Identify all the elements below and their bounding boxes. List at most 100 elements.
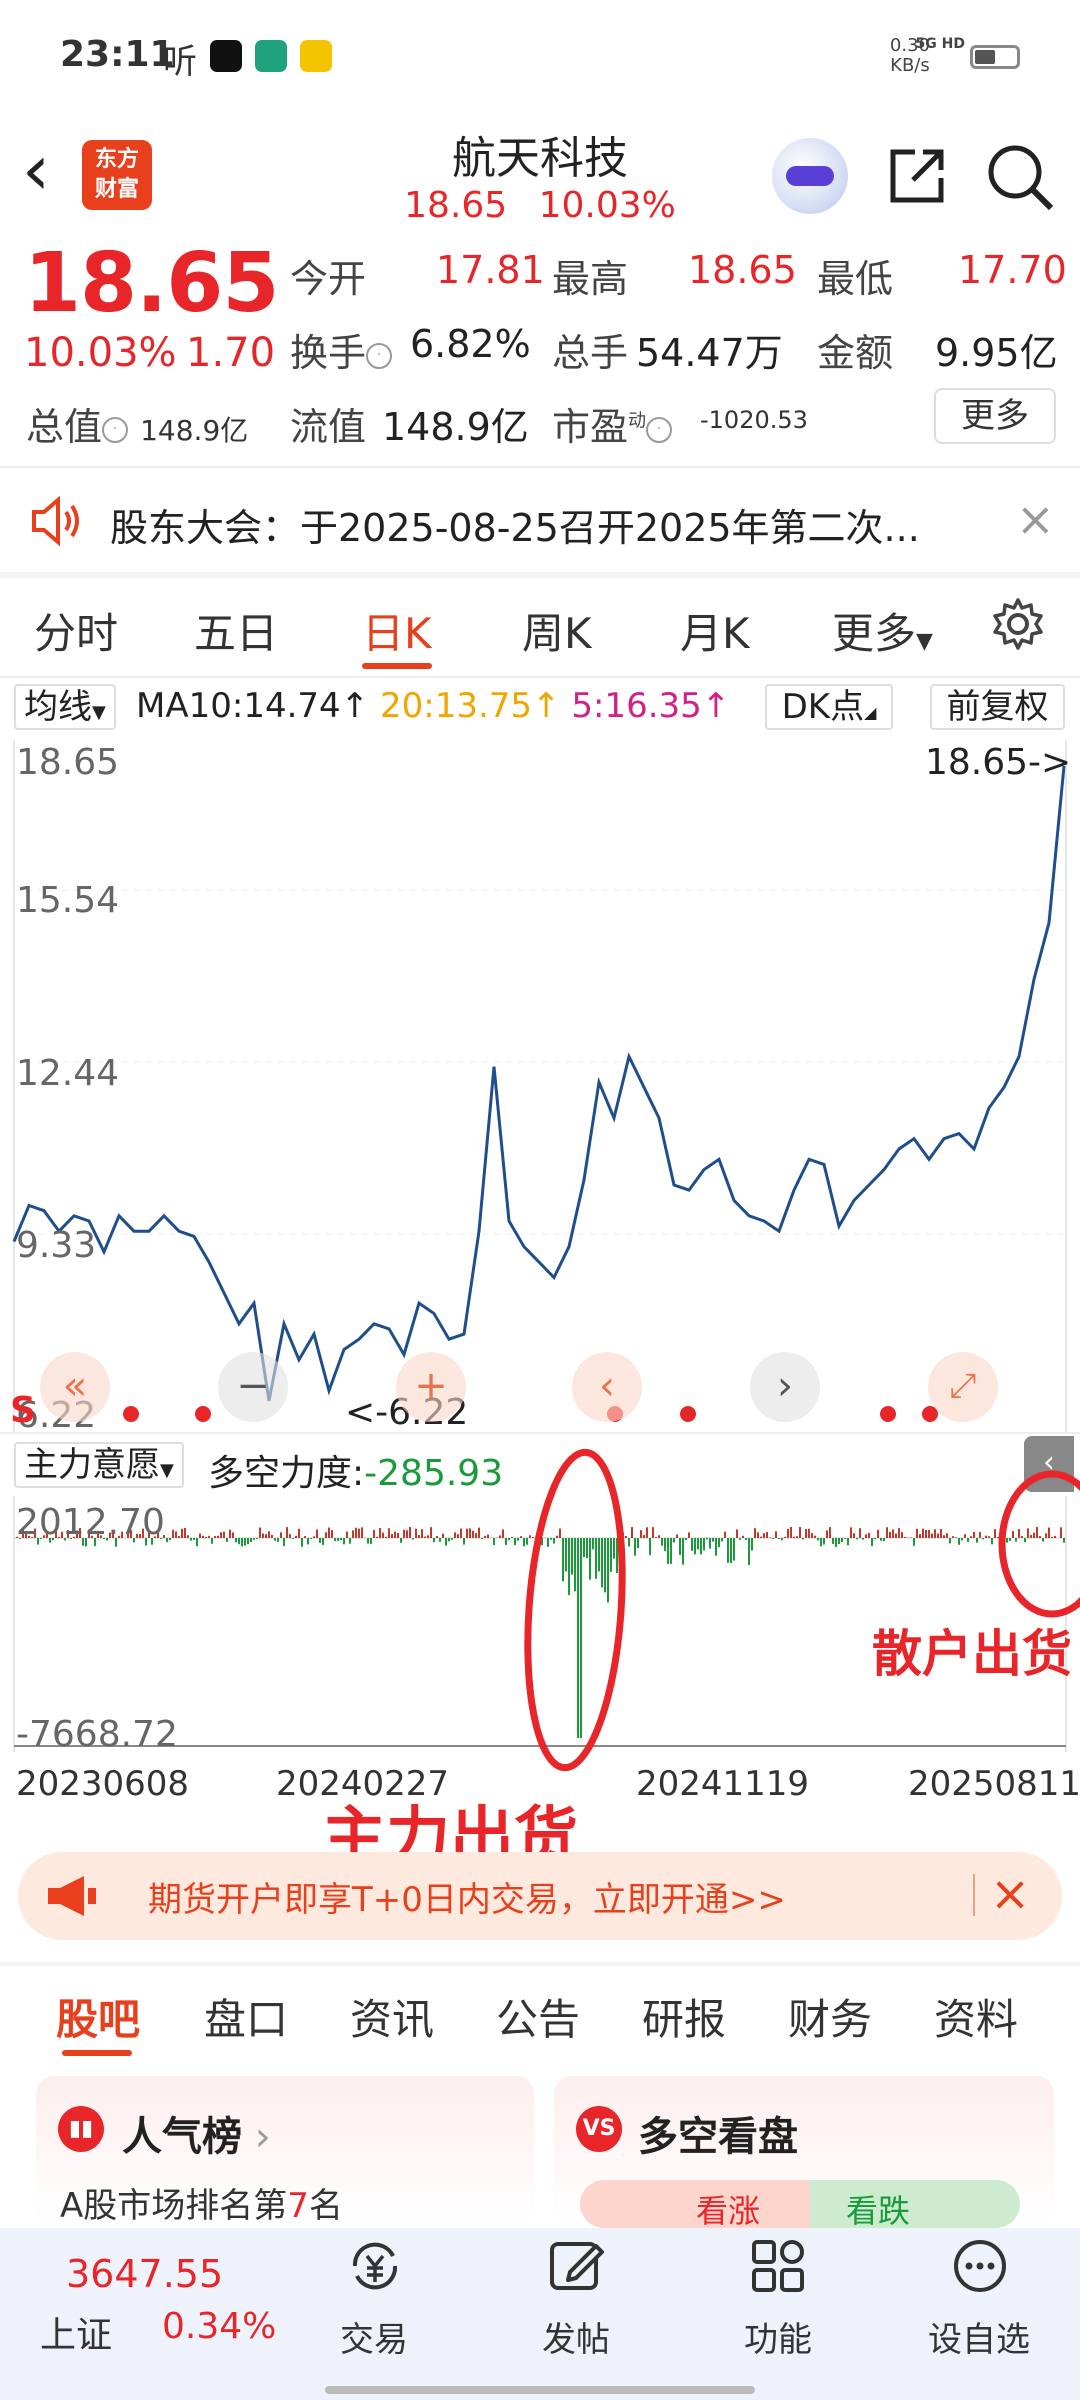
- indicator-bar: [451, 1538, 453, 1540]
- indicator-bar: [235, 1538, 237, 1543]
- turnover-label-text: 换手: [290, 331, 367, 375]
- notice-text[interactable]: 股东大会：于2025-08-25召开2025年第二次...: [110, 497, 920, 552]
- divider: [973, 1874, 975, 1916]
- indicator-bar: [682, 1538, 684, 1565]
- index-value[interactable]: 3647.55: [66, 2252, 223, 2296]
- indicator-bar: [478, 1527, 480, 1538]
- zoom-out-button[interactable]: −: [218, 1352, 288, 1422]
- scroll-start-button[interactable]: «: [40, 1352, 110, 1422]
- up-arrow-icon: ↑: [701, 686, 731, 726]
- info-icon[interactable]: ·: [646, 416, 673, 443]
- fullscreen-icon[interactable]: ⤢: [928, 1352, 998, 1422]
- info-icon[interactable]: ·: [366, 342, 393, 369]
- nav-function-label[interactable]: 功能: [744, 2312, 812, 2361]
- futures-ad-text[interactable]: 期货开户即享T+0日内交易，立即开通>>: [148, 1872, 786, 1921]
- share-icon[interactable]: [885, 142, 951, 208]
- indicator-bar: [805, 1528, 807, 1538]
- indicator-label: 多空力度:: [208, 1453, 365, 1494]
- index-name[interactable]: 上证: [40, 2306, 112, 2358]
- ma-selector[interactable]: 均线▼: [14, 684, 116, 730]
- change-percent: 10.03%: [24, 330, 177, 376]
- indicator-bar: [463, 1538, 465, 1545]
- bear-bar[interactable]: [810, 2180, 1020, 2228]
- index-change[interactable]: 0.34%: [162, 2306, 276, 2347]
- back-button[interactable]: ‹: [22, 135, 50, 205]
- indicator-bar: [925, 1529, 927, 1538]
- pe-value: -1020.53: [700, 406, 808, 434]
- indicator-bar: [343, 1538, 345, 1545]
- close-icon[interactable]: ×: [1016, 494, 1055, 544]
- grid-icon[interactable]: [748, 2236, 808, 2296]
- price-series-line: [12, 765, 1066, 1402]
- indicator-bar: [289, 1534, 291, 1538]
- edit-icon[interactable]: [546, 2236, 606, 2296]
- indicator-bar: [979, 1532, 981, 1538]
- close-icon[interactable]: ×: [990, 1866, 1030, 1922]
- indicator-bar: [655, 1537, 657, 1538]
- speaker-icon: [32, 495, 79, 547]
- app-logo[interactable]: 东方 财富: [82, 140, 152, 210]
- yen-exchange-icon[interactable]: [345, 2236, 405, 2296]
- more-button[interactable]: 更多: [934, 388, 1056, 444]
- info-icon[interactable]: ·: [102, 416, 129, 443]
- gear-icon[interactable]: [990, 596, 1046, 652]
- scroll-right-button[interactable]: ›: [750, 1352, 820, 1422]
- adjust-mode-button[interactable]: 前复权: [930, 684, 1065, 730]
- scroll-left-button[interactable]: ‹: [572, 1352, 642, 1422]
- tab-orderbook[interactable]: 盘口: [204, 1986, 288, 2047]
- indicator-bar: [778, 1538, 780, 1539]
- tab-profile[interactable]: 资料: [934, 1986, 1018, 2047]
- indicator-bar: [943, 1535, 945, 1538]
- indicator-bar: [691, 1538, 693, 1551]
- dk-point-button[interactable]: DK点◢: [765, 684, 893, 730]
- tab-weekly-k[interactable]: 周K: [522, 600, 592, 661]
- tab-financials[interactable]: 财务: [788, 1986, 872, 2047]
- nav-watchlist-label[interactable]: 设自选: [928, 2312, 1030, 2361]
- volume-label: 总手: [552, 331, 629, 375]
- tab-forum[interactable]: 股吧: [56, 1986, 140, 2047]
- tab-daily-k[interactable]: 日K: [362, 600, 432, 661]
- indicator-bar: [277, 1538, 279, 1542]
- indicator-bar: [826, 1530, 828, 1538]
- indicator-bar: [481, 1538, 483, 1540]
- x-date-label: 20241119: [636, 1764, 810, 1804]
- indicator-bar: [667, 1538, 669, 1564]
- bull-bar[interactable]: [580, 2180, 810, 2228]
- tab-five-day[interactable]: 五日: [194, 600, 278, 661]
- indicator-bar: [673, 1538, 675, 1543]
- popularity-desc-suffix: 名: [308, 2186, 343, 2226]
- indicator-bar: [319, 1538, 321, 1543]
- ma20-value: 20:13.75: [379, 686, 533, 726]
- tab-news[interactable]: 资讯: [350, 1986, 434, 2047]
- indicator-bar: [838, 1538, 840, 1544]
- home-indicator[interactable]: [325, 2386, 755, 2394]
- indicator-bar: [175, 1531, 177, 1538]
- more-dots-icon[interactable]: [950, 2236, 1010, 2296]
- x-date-label: 20230608: [16, 1764, 190, 1804]
- zoom-in-button[interactable]: +: [396, 1352, 466, 1422]
- indicator-bar: [730, 1538, 732, 1563]
- indicator-bar: [211, 1538, 213, 1544]
- nav-trade-label[interactable]: 交易: [340, 2312, 408, 2361]
- ai-assistant-icon[interactable]: [772, 138, 848, 214]
- indicator-bar: [889, 1531, 891, 1538]
- tab-research[interactable]: 研报: [642, 1986, 726, 2047]
- header-price: 18.65: [404, 185, 508, 226]
- tab-announcements[interactable]: 公告: [496, 1986, 580, 2047]
- amount-value: 9.95亿: [935, 331, 1058, 375]
- nav-post-label[interactable]: 发帖: [542, 2312, 610, 2361]
- annotation-retail: 散户出货: [872, 1625, 1072, 1683]
- indicator-selector[interactable]: 主力意愿▼: [14, 1442, 184, 1488]
- tab-monthly-k[interactable]: 月K: [680, 600, 750, 661]
- popularity-desc-prefix: A股市场排名第: [60, 2186, 288, 2226]
- indicator-bar: [931, 1533, 933, 1538]
- indicator-bar: [499, 1535, 501, 1538]
- status-app-label: 听: [163, 42, 197, 82]
- tab-more[interactable]: 更多▼: [832, 600, 933, 661]
- price-chart[interactable]: [0, 740, 1080, 1432]
- tab-intraday[interactable]: 分时: [34, 600, 118, 661]
- search-icon[interactable]: [985, 142, 1055, 212]
- caret-down-icon: ▼: [160, 1460, 174, 1481]
- indicator-bar: [919, 1534, 921, 1538]
- indicator-bar: [835, 1538, 837, 1547]
